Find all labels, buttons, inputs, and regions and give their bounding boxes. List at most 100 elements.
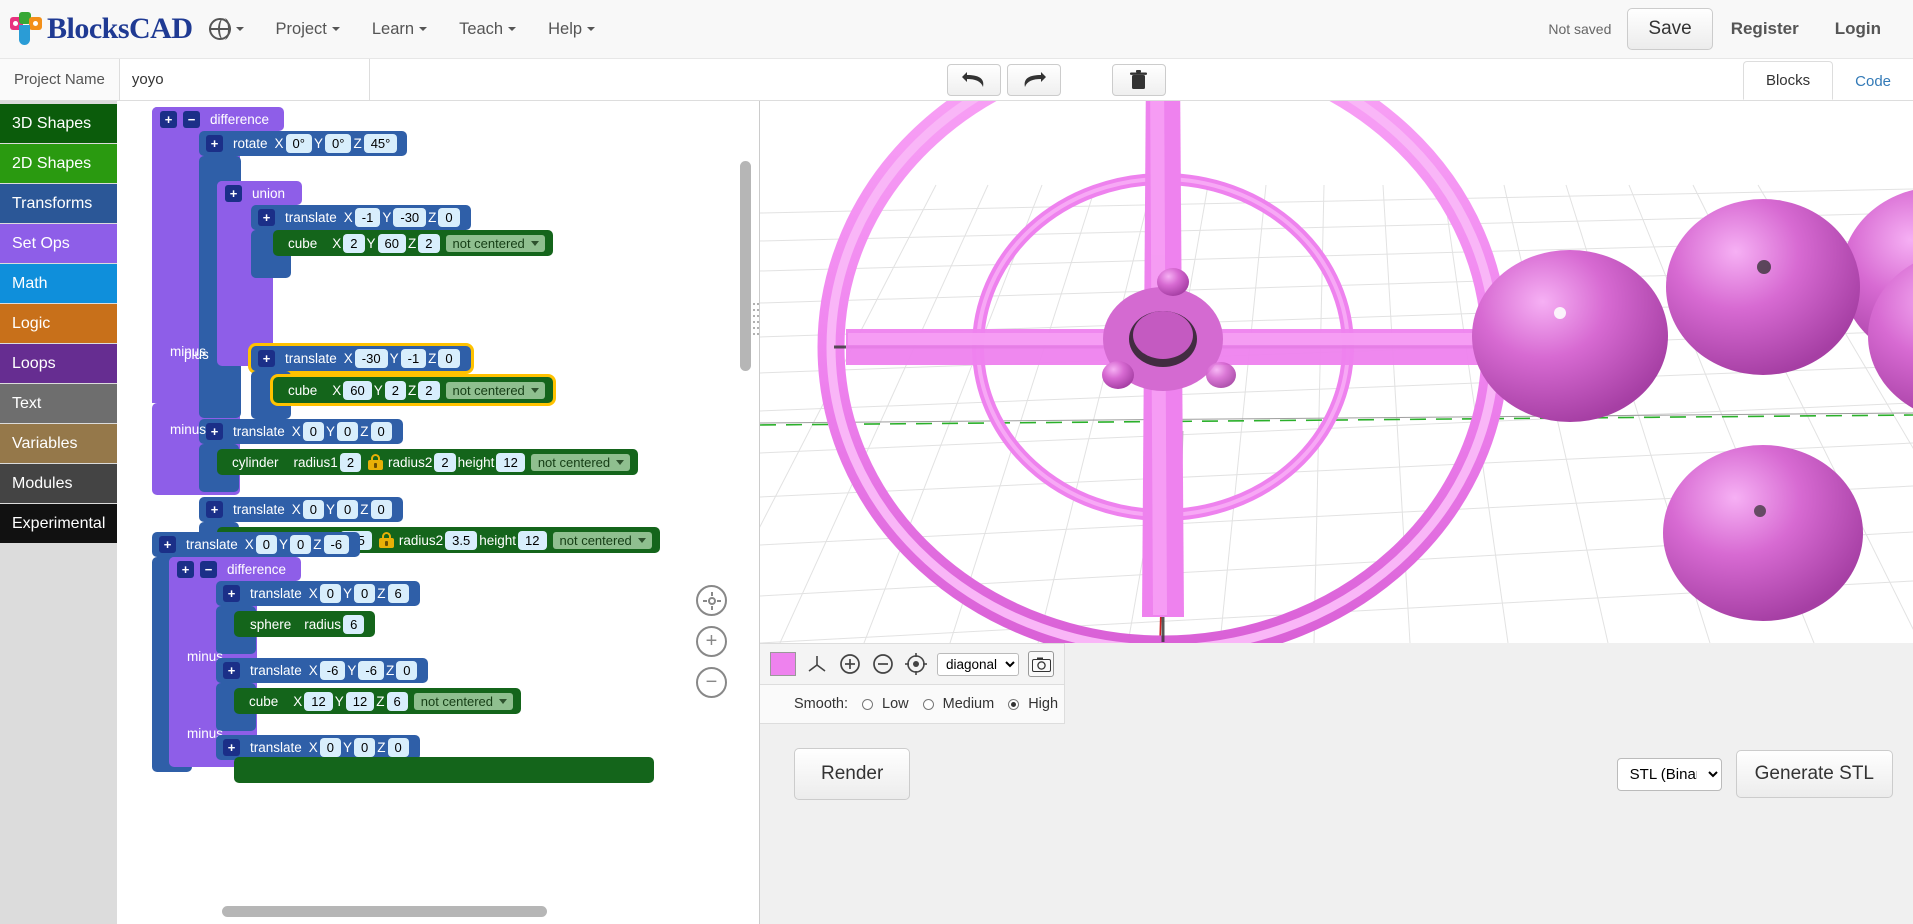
expand-plus-icon[interactable]: + — [159, 536, 176, 553]
cube-block-1[interactable]: cube X 2 Y 60 Z 2 not centered — [273, 230, 553, 256]
sidebar-item-math[interactable]: Math — [0, 264, 117, 303]
expand-plus-icon[interactable]: + — [223, 662, 240, 679]
workspace-zoom-in-button[interactable]: + — [696, 626, 727, 657]
tab-code[interactable]: Code — [1833, 63, 1913, 100]
translate7-y-field[interactable]: -6 — [358, 661, 384, 680]
menu-project[interactable]: Project — [260, 0, 356, 59]
translate-block-2[interactable]: + translate X -30 Y -1 Z 0 — [251, 346, 471, 371]
translate3-y-field[interactable]: 0 — [337, 422, 358, 441]
camera-view-select[interactable]: diagonalfrontbackleftrighttopbottom — [937, 653, 1019, 676]
difference-block-header[interactable]: + − difference — [152, 107, 284, 131]
smooth-medium-label[interactable]: Medium — [943, 696, 995, 712]
cyl2-radius2-field[interactable]: 3.5 — [445, 531, 477, 550]
cyl2-height-field[interactable]: 12 — [518, 531, 546, 550]
expand-plus-icon[interactable]: + — [258, 350, 275, 367]
smooth-high-label[interactable]: High — [1028, 696, 1058, 712]
workspace-zoom-out-button[interactable]: − — [696, 667, 727, 698]
blocks-workspace[interactable]: + − difference + rotate X 0° Y 0° Z 45° … — [117, 101, 760, 924]
smooth-low-label[interactable]: Low — [882, 696, 909, 712]
expand-plus-icon[interactable]: + — [206, 423, 223, 440]
translate6-y-field[interactable]: 0 — [354, 584, 375, 603]
translate2-y-field[interactable]: -1 — [401, 349, 427, 368]
translate5-y-field[interactable]: 0 — [290, 535, 311, 554]
cube1-x-field[interactable]: 2 — [343, 234, 364, 253]
cube1-z-field[interactable]: 2 — [418, 234, 439, 253]
smooth-high-radio[interactable] — [1008, 699, 1019, 710]
sidebar-item-2d-shapes[interactable]: 2D Shapes — [0, 144, 117, 183]
delete-button[interactable] — [1112, 64, 1166, 96]
translate8-x-field[interactable]: 0 — [320, 738, 341, 757]
render-button[interactable]: Render — [794, 748, 910, 800]
language-menu[interactable] — [193, 0, 260, 59]
cyl1-height-field[interactable]: 12 — [496, 453, 524, 472]
translate3-z-field[interactable]: 0 — [371, 422, 392, 441]
menu-teach[interactable]: Teach — [443, 0, 532, 59]
rotate-block[interactable]: + rotate X 0° Y 0° Z 45° — [199, 131, 407, 156]
lock-icon[interactable] — [368, 454, 383, 470]
sidebar-item-set-ops[interactable]: Set Ops — [0, 224, 117, 263]
lock-icon[interactable] — [379, 532, 394, 548]
cube2-z-field[interactable]: 2 — [418, 381, 439, 400]
menu-learn[interactable]: Learn — [356, 0, 443, 59]
smooth-medium-radio[interactable] — [923, 699, 934, 710]
sphere-radius-field[interactable]: 6 — [343, 615, 364, 634]
expand-plus-icon[interactable]: + — [223, 739, 240, 756]
cylinder-block-1[interactable]: cylinder radius1 2 radius2 2 height 12 n… — [217, 449, 638, 475]
expand-plus-icon[interactable]: + — [206, 135, 223, 152]
axes-toggle-button[interactable] — [805, 651, 829, 677]
translate7-z-field[interactable]: 0 — [396, 661, 417, 680]
cyl2-centered-dropdown[interactable]: not centered — [553, 532, 652, 549]
undo-button[interactable] — [947, 64, 1001, 96]
expand-plus-icon[interactable]: + — [206, 501, 223, 518]
redo-button[interactable] — [1007, 64, 1061, 96]
translate-block-7[interactable]: + translate X -6 Y -6 Z 0 — [216, 658, 428, 683]
menu-help[interactable]: Help — [532, 0, 611, 59]
translate8-z-field[interactable]: 0 — [388, 738, 409, 757]
model-color-swatch[interactable] — [770, 652, 796, 676]
cube2-y-field[interactable]: 2 — [385, 381, 406, 400]
login-link[interactable]: Login — [1817, 19, 1899, 39]
sidebar-item-3d-shapes[interactable]: 3D Shapes — [0, 104, 117, 143]
viewer-zoom-out-button[interactable] — [871, 651, 895, 677]
translate-block-1[interactable]: + translate X -1 Y -30 Z 0 — [251, 205, 471, 230]
translate-block-3[interactable]: + translate X 0 Y 0 Z 0 — [199, 419, 403, 444]
cube2-centered-dropdown[interactable]: not centered — [446, 382, 545, 399]
translate1-y-field[interactable]: -30 — [393, 208, 426, 227]
expand-plus-icon[interactable]: + — [225, 185, 242, 202]
panel-resize-handle[interactable] — [752, 301, 760, 337]
translate1-z-field[interactable]: 0 — [438, 208, 459, 227]
project-name-input[interactable] — [120, 59, 370, 100]
sidebar-item-loops[interactable]: Loops — [0, 344, 117, 383]
sidebar-item-variables[interactable]: Variables — [0, 424, 117, 463]
viewer-recenter-button[interactable] — [904, 651, 928, 677]
cyl1-centered-dropdown[interactable]: not centered — [531, 454, 630, 471]
translate7-x-field[interactable]: -6 — [320, 661, 346, 680]
cube1-centered-dropdown[interactable]: not centered — [446, 235, 545, 252]
cyl1-radius1-field[interactable]: 2 — [340, 453, 361, 472]
difference2-block-header[interactable]: + − difference — [169, 557, 301, 581]
sidebar-item-experimental[interactable]: Experimental — [0, 504, 117, 543]
cube1-y-field[interactable]: 60 — [378, 234, 406, 253]
cyl1-radius2-field[interactable]: 2 — [434, 453, 455, 472]
expand-plus-icon[interactable]: + — [177, 561, 194, 578]
collapse-minus-icon[interactable]: − — [183, 111, 200, 128]
expand-plus-icon[interactable]: + — [258, 209, 275, 226]
sphere-block[interactable]: sphere radius 6 — [234, 611, 375, 637]
cube3-x-field[interactable]: 12 — [304, 692, 332, 711]
3d-render-canvas[interactable] — [760, 101, 1913, 643]
translate4-x-field[interactable]: 0 — [303, 500, 324, 519]
blockly-canvas[interactable]: + − difference + rotate X 0° Y 0° Z 45° … — [117, 101, 759, 924]
cube3-z-field[interactable]: 6 — [387, 692, 408, 711]
save-button[interactable]: Save — [1627, 8, 1712, 50]
rotate-x-field[interactable]: 0° — [286, 134, 312, 153]
sidebar-item-text[interactable]: Text — [0, 384, 117, 423]
translate6-z-field[interactable]: 6 — [388, 584, 409, 603]
smooth-low-radio[interactable] — [862, 699, 873, 710]
stl-format-select[interactable]: STL (Binary)STL (ASCII)OBJX3D — [1617, 758, 1722, 791]
cube-block-2[interactable]: cube X 60 Y 2 Z 2 not centered — [273, 377, 553, 403]
translate8-y-field[interactable]: 0 — [354, 738, 375, 757]
cube-block-3[interactable]: cube X 12 Y 12 Z 6 not centered — [234, 688, 521, 714]
translate4-z-field[interactable]: 0 — [371, 500, 392, 519]
cube3-y-field[interactable]: 12 — [346, 692, 374, 711]
expand-plus-icon[interactable]: + — [160, 111, 177, 128]
